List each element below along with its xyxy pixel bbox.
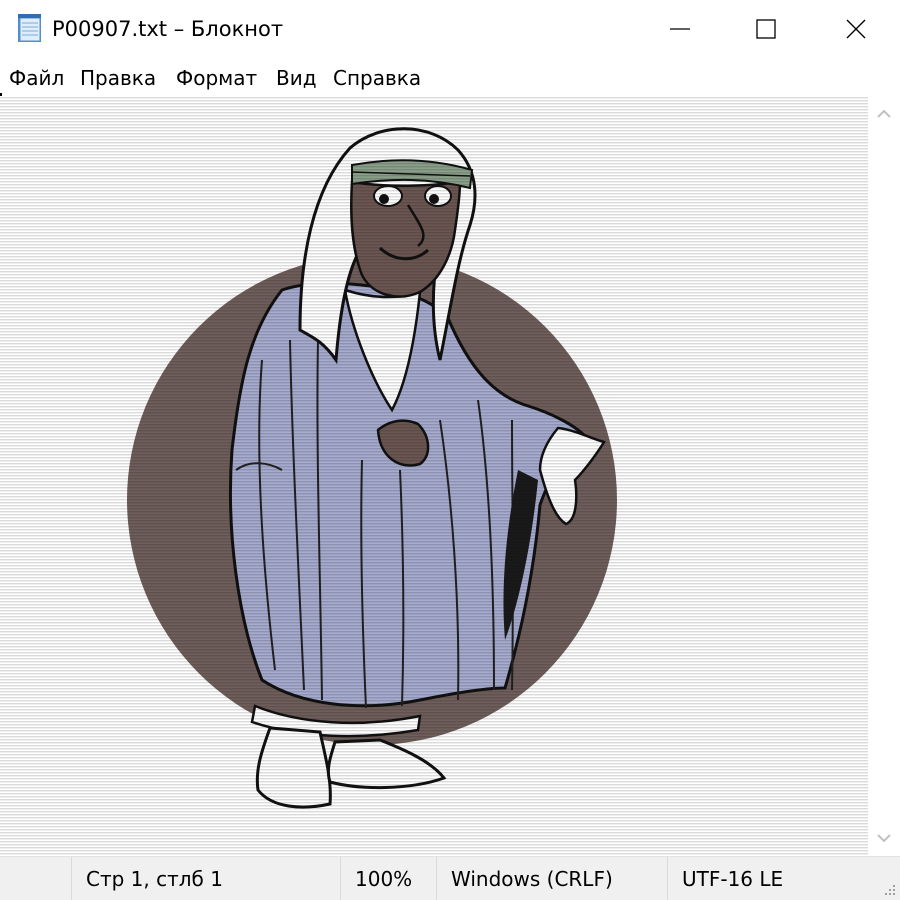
menu-bar: Файл Правка Формат Вид Справка	[0, 58, 900, 96]
close-icon	[846, 19, 866, 39]
maximize-icon	[756, 19, 776, 39]
menu-help[interactable]: Справка	[331, 65, 423, 91]
chevron-down-icon	[877, 834, 891, 843]
minimize-button[interactable]	[634, 0, 726, 58]
close-button[interactable]	[810, 0, 900, 58]
scroll-down-button[interactable]	[868, 820, 900, 856]
status-cursor-position: Стр 1, стлб 1	[86, 866, 223, 891]
status-bar: Стр 1, стлб 1 100% Windows (CRLF) UTF-16…	[0, 856, 900, 900]
vertical-scrollbar[interactable]	[868, 96, 900, 856]
ascii-art-illustration	[0, 96, 868, 856]
text-editor-area[interactable]	[0, 96, 868, 856]
maximize-button[interactable]	[720, 0, 812, 58]
menu-file[interactable]: Файл	[7, 65, 66, 91]
menu-edit[interactable]: Правка	[78, 65, 158, 91]
title-bar[interactable]: P00907.txt – Блокнот	[0, 0, 900, 58]
status-line-ending: Windows (CRLF)	[451, 866, 613, 891]
chevron-up-icon	[877, 109, 891, 118]
menu-view[interactable]: Вид	[274, 65, 319, 91]
minimize-icon	[670, 28, 690, 30]
window-title: P00907.txt – Блокнот	[52, 17, 284, 41]
notepad-icon	[18, 14, 41, 42]
menu-format[interactable]: Формат	[174, 65, 259, 91]
status-zoom: 100%	[355, 866, 413, 891]
scroll-up-button[interactable]	[868, 96, 900, 132]
resize-grip-icon[interactable]	[882, 882, 896, 896]
status-encoding: UTF-16 LE	[682, 866, 784, 891]
